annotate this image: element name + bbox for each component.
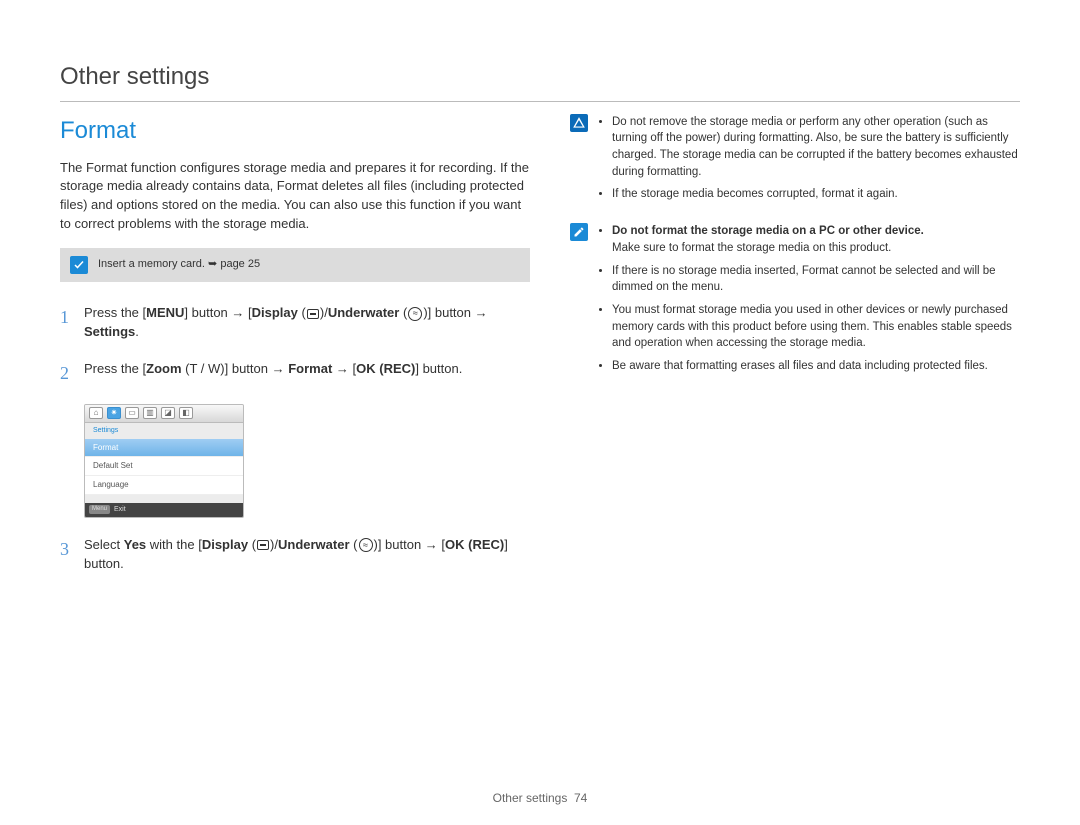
text: (T / W)] button → — [182, 361, 289, 376]
text: . — [135, 324, 139, 339]
menu-label: MENU — [146, 305, 184, 320]
check-icon — [70, 256, 88, 274]
format-label: Format — [288, 361, 332, 376]
sub-text: Make sure to format the storage media on… — [612, 242, 891, 254]
settings-screen-mock: ⌂ ✷ ▭ ▥ ◪ ◧ Settings Format Default Set … — [84, 404, 244, 518]
note-item: You must format storage media you used i… — [612, 302, 1020, 352]
note-page-ref: page 25 — [220, 258, 260, 270]
intro-paragraph: The Format function configures storage m… — [60, 159, 530, 234]
page-footer: Other settings 74 — [0, 790, 1080, 807]
step-2: 2 Press the [Zoom (T / W)] button → Form… — [60, 360, 530, 386]
tab-icon-6: ◧ — [179, 407, 193, 419]
note-text: Insert a memory card. — [98, 258, 208, 270]
screen-footer: Menu Exit — [85, 503, 243, 517]
text: → [ — [332, 361, 356, 376]
display-label: Display — [252, 305, 298, 320]
section-title: Format — [60, 114, 530, 149]
chapter-title: Other settings — [60, 60, 1020, 102]
text: with the [ — [146, 537, 202, 552]
tab-icon-4: ▥ — [143, 407, 157, 419]
menu-item-format: Format — [85, 439, 243, 458]
warning-block: Do not remove the storage media or perfo… — [570, 114, 1020, 209]
note-item-bold: Do not format the storage media on a PC … — [612, 223, 1020, 256]
tab-icon-gear: ✷ — [107, 407, 121, 419]
tab-icon-3: ▭ — [125, 407, 139, 419]
settings-label: Settings — [84, 324, 135, 339]
text: Press the [ — [84, 361, 146, 376]
screen-tabbar: ⌂ ✷ ▭ ▥ ◪ ◧ — [85, 405, 243, 423]
screen-menu: Settings Format Default Set Language — [85, 423, 243, 503]
footer-page-number: 74 — [574, 791, 587, 805]
step-number: 1 — [60, 304, 74, 342]
text: ( — [302, 305, 306, 320]
underwater-label: Underwater — [278, 537, 350, 552]
display-icon — [257, 540, 269, 550]
exit-label: Exit — [114, 505, 126, 515]
menu-header: Settings — [85, 423, 243, 439]
yes-label: Yes — [124, 537, 146, 552]
tab-icon-5: ◪ — [161, 407, 175, 419]
text: Press the [ — [84, 305, 146, 320]
insert-card-note: Insert a memory card. ➥ page 25 — [60, 248, 530, 282]
underwater-icon: ≈ — [408, 307, 422, 321]
text: )] button → [ — [374, 537, 446, 552]
text: ] button. — [415, 361, 462, 376]
warning-icon — [570, 114, 588, 132]
okrec-label: OK (REC) — [356, 361, 415, 376]
zoom-label: Zoom — [146, 361, 181, 376]
underwater-icon: ≈ — [359, 538, 373, 552]
underwater-label: Underwater — [328, 305, 400, 320]
step-number: 2 — [60, 360, 74, 386]
text: ( — [353, 537, 357, 552]
menu-item-language: Language — [85, 476, 243, 495]
step-number: 3 — [60, 536, 74, 574]
menu-pill: Menu — [89, 505, 110, 514]
step-1: 1 Press the [MENU] button → [Display ()/… — [60, 304, 530, 342]
note-block: Do not format the storage media on a PC … — [570, 223, 1020, 380]
display-icon — [307, 309, 319, 319]
warning-item: If the storage media becomes corrupted, … — [612, 186, 1020, 203]
text: )] button → — [423, 305, 487, 320]
okrec-label: OK (REC) — [445, 537, 504, 552]
warning-item: Do not remove the storage media or perfo… — [612, 114, 1020, 181]
step-3: 3 Select Yes with the [Display ()/Underw… — [60, 536, 530, 574]
display-label: Display — [202, 537, 248, 552]
text: ] button → [ — [184, 305, 251, 320]
note-item: Be aware that formatting erases all file… — [612, 358, 1020, 375]
page-ref-icon: ➥ — [208, 258, 217, 270]
bold-text: Do not format the storage media on a PC … — [612, 225, 924, 237]
text: ( — [252, 537, 256, 552]
text: Select — [84, 537, 124, 552]
note-icon — [570, 223, 588, 241]
note-item: If there is no storage media inserted, F… — [612, 263, 1020, 296]
tab-icon-1: ⌂ — [89, 407, 103, 419]
text: ( — [403, 305, 407, 320]
footer-chapter: Other settings — [493, 791, 568, 805]
menu-item-default-set: Default Set — [85, 457, 243, 476]
